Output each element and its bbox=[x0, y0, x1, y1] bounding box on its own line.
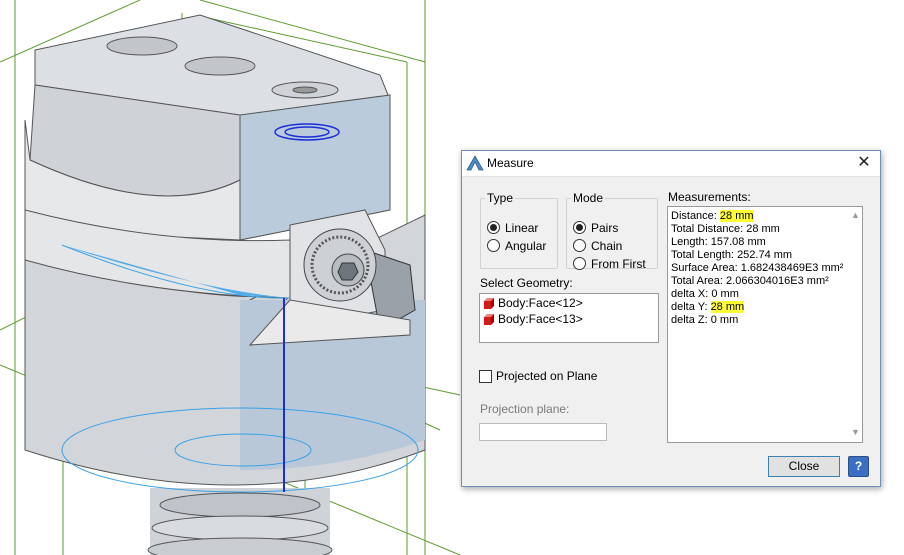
close-icon[interactable]: ✕ bbox=[852, 152, 876, 174]
mode-from-first-radio[interactable]: From First bbox=[573, 256, 646, 272]
radio-selected-icon bbox=[573, 221, 586, 234]
measurement-key: Surface Area: bbox=[671, 262, 738, 274]
measurement-key: Distance: bbox=[671, 210, 717, 222]
select-geometry-label: Select Geometry: bbox=[480, 276, 573, 290]
type-linear-radio[interactable]: Linear bbox=[487, 220, 538, 236]
measurement-key: Total Length: bbox=[671, 249, 734, 261]
mode-chain-label: Chain bbox=[591, 239, 623, 253]
measure-app-icon bbox=[466, 155, 484, 171]
mode-chain-radio[interactable]: Chain bbox=[573, 238, 622, 254]
measurement-row: Length: 157.08 mm bbox=[671, 236, 766, 249]
projection-plane-label: Projection plane: bbox=[480, 402, 570, 416]
measurement-value: 252.74 mm bbox=[737, 249, 793, 261]
mode-pairs-radio[interactable]: Pairs bbox=[573, 220, 618, 236]
projected-on-plane-checkbox[interactable] bbox=[479, 370, 492, 383]
close-button[interactable]: Close bbox=[768, 456, 840, 477]
measurement-row: Total Length: 252.74 mm bbox=[671, 249, 792, 262]
measurement-value: 2.066304016E3 mm² bbox=[726, 275, 829, 287]
lower-shaft bbox=[147, 488, 333, 555]
measurements-label: Measurements: bbox=[668, 190, 751, 204]
measurement-value-highlighted: 28 mm bbox=[719, 210, 754, 222]
measurement-row: Total Distance: 28 mm bbox=[671, 223, 780, 236]
mode-from-first-label: From First bbox=[591, 257, 646, 271]
type-angular-radio[interactable]: Angular bbox=[487, 238, 546, 254]
measurement-row: delta X: 0 mm bbox=[671, 288, 739, 301]
geometry-list[interactable]: Body:Face<12> Body:Face<13> bbox=[479, 293, 659, 343]
geometry-item-label: Body:Face<12> bbox=[498, 296, 583, 310]
measurement-key: Total Distance: bbox=[671, 223, 744, 235]
measurement-key: delta X: bbox=[671, 288, 709, 300]
measurement-value: 0 mm bbox=[710, 314, 739, 326]
projected-on-plane-label[interactable]: Projected on Plane bbox=[496, 369, 597, 383]
list-item[interactable]: Body:Face<13> bbox=[483, 311, 583, 327]
radio-unselected-icon bbox=[573, 239, 586, 252]
type-group: Type Linear Angular bbox=[480, 191, 558, 269]
measurement-row: Surface Area: 1.682438469E3 mm² bbox=[671, 262, 843, 275]
radio-unselected-icon bbox=[573, 257, 586, 270]
measurement-key: Length: bbox=[671, 236, 708, 248]
help-button[interactable]: ? bbox=[848, 456, 869, 477]
mode-group: Mode Pairs Chain From First bbox=[566, 191, 658, 272]
dialog-titlebar[interactable]: Measure ✕ bbox=[462, 151, 880, 177]
radio-selected-icon bbox=[487, 221, 500, 234]
measurements-scrollbar[interactable]: ▲ ▼ bbox=[848, 207, 862, 442]
measurement-value: 28 mm bbox=[746, 223, 780, 235]
measurement-row: delta Z: 0 mm bbox=[671, 314, 738, 327]
mode-legend: Mode bbox=[573, 191, 604, 205]
measurement-key: delta Y: bbox=[671, 301, 708, 313]
measurement-row: Distance: 28 mm bbox=[671, 210, 754, 223]
type-linear-label: Linear bbox=[505, 221, 539, 235]
face-cube-icon bbox=[484, 314, 494, 325]
scroll-down-icon[interactable]: ▼ bbox=[851, 427, 860, 437]
radio-unselected-icon bbox=[487, 239, 500, 252]
measurement-key: Total Area: bbox=[671, 275, 723, 287]
type-angular-label: Angular bbox=[505, 239, 547, 253]
type-legend: Type bbox=[487, 191, 514, 205]
tool-body bbox=[24, 14, 426, 486]
scroll-up-icon[interactable]: ▲ bbox=[851, 210, 860, 220]
measurement-value-highlighted: 28 mm bbox=[710, 301, 745, 313]
measurements-box[interactable]: Distance: 28 mm Total Distance: 28 mm Le… bbox=[667, 206, 863, 443]
mode-pairs-label: Pairs bbox=[591, 221, 619, 235]
list-item[interactable]: Body:Face<12> bbox=[483, 295, 583, 311]
measurement-key: delta Z: bbox=[671, 314, 708, 326]
measurement-value: 1.682438469E3 mm² bbox=[740, 262, 844, 274]
measurement-value: 157.08 mm bbox=[710, 236, 766, 248]
measurement-row: delta Y: 28 mm bbox=[671, 301, 745, 314]
measure-dialog: Measure ✕ Type Linear Angular Mode Pairs… bbox=[461, 150, 881, 487]
measurement-row: Total Area: 2.066304016E3 mm² bbox=[671, 275, 829, 288]
projection-plane-field[interactable] bbox=[479, 423, 607, 441]
measurement-value: 0 mm bbox=[711, 288, 739, 300]
dialog-title: Measure bbox=[487, 156, 534, 170]
face-cube-icon bbox=[484, 298, 494, 309]
geometry-item-label: Body:Face<13> bbox=[498, 312, 583, 326]
